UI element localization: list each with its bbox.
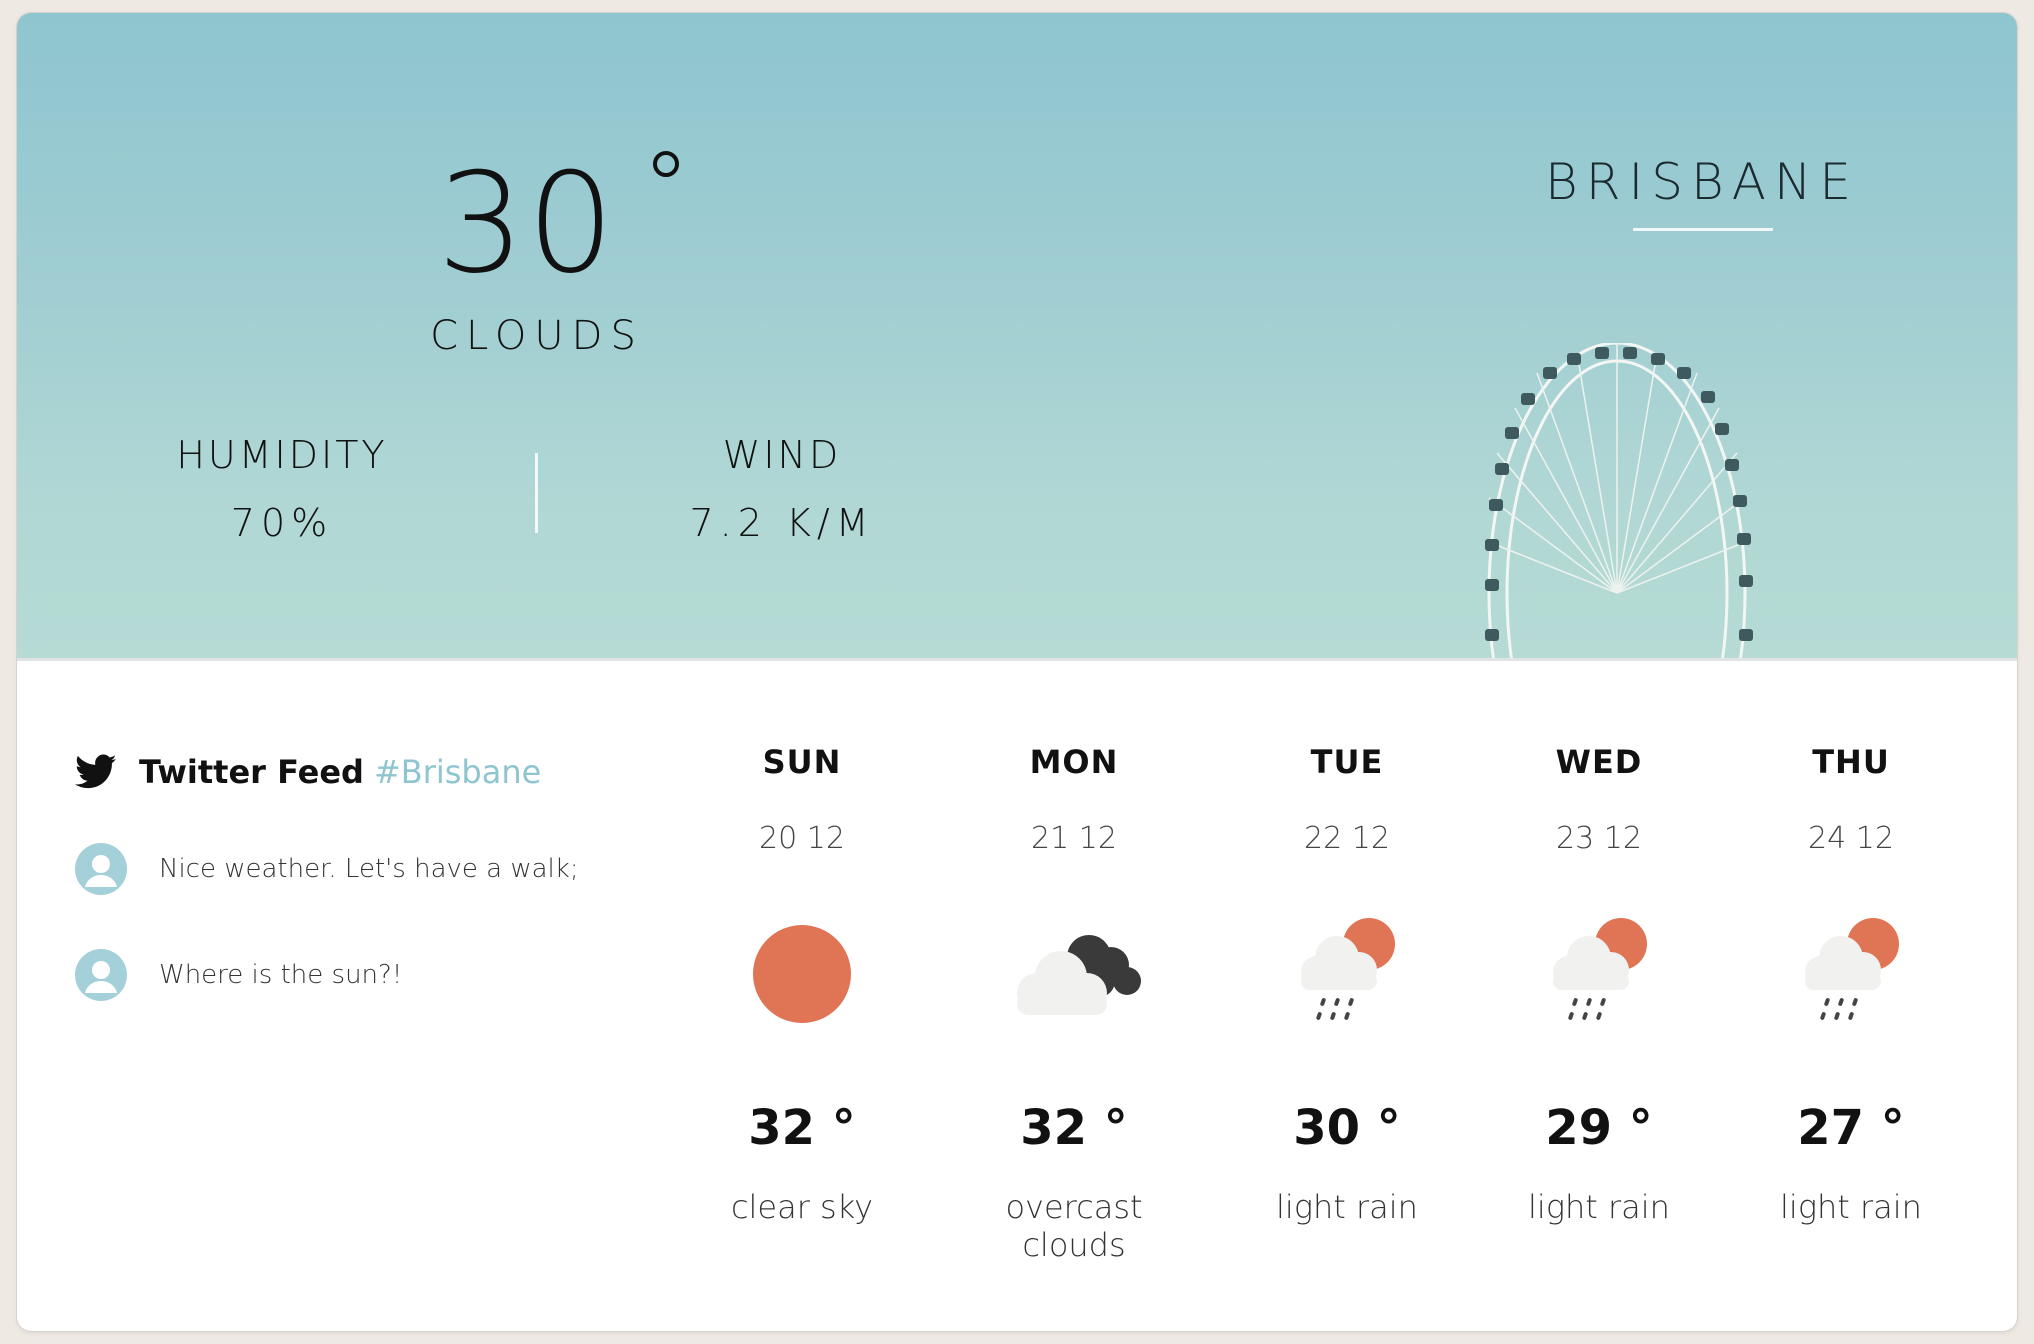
light-rain-icon: [1553, 918, 1647, 1020]
light-rain-icon: [1301, 918, 1395, 1020]
city-underline: [1633, 228, 1773, 231]
hero-divider: [17, 658, 2017, 661]
sun-icon: [753, 925, 851, 1023]
current-temperature: 30: [437, 143, 617, 304]
degree-icon: [653, 151, 679, 177]
forecast-description: overcast clouds: [1005, 1188, 1143, 1264]
forecast-temperature: 30 °: [1293, 1100, 1401, 1156]
forecast-date: 24 12: [1808, 821, 1894, 856]
forecast-day-name: THU: [1812, 743, 1890, 781]
avatar-icon: [75, 843, 127, 895]
wind-value: 7.2 K/M: [689, 501, 875, 545]
light-rain-icon: [1805, 918, 1899, 1020]
forecast-day-name: WED: [1555, 743, 1643, 781]
forecast-description: light rain: [1528, 1188, 1670, 1226]
forecast-day-wed: WED 23 12 29 ° light rain: [1479, 743, 1719, 1226]
tweet-item: Nice weather. Let's have a walk;: [75, 843, 579, 895]
current-condition: CLOUDS: [430, 313, 644, 359]
forecast-date: 22 12: [1304, 821, 1390, 856]
stat-divider: [535, 453, 538, 533]
hero-panel: 30 CLOUDS HUMIDITY 70% WIND 7.2 K/M BRIS…: [17, 13, 2017, 658]
forecast-date: 21 12: [1031, 821, 1117, 856]
weather-card: 30 CLOUDS HUMIDITY 70% WIND 7.2 K/M BRIS…: [17, 13, 2017, 1331]
twitter-feed-header: Twitter Feed #Brisbane: [75, 753, 541, 791]
twitter-bird-icon: [75, 754, 117, 789]
ferris-wheel-image: [1485, 343, 1753, 658]
forecast-temperature: 32 °: [748, 1100, 856, 1156]
humidity-value: 70%: [230, 501, 334, 545]
forecast-day-sun: SUN 20 12 32 ° clear sky: [682, 743, 922, 1226]
forecast-day-mon: MON 21 12 32 ° overcast clouds: [954, 743, 1194, 1264]
forecast-date: 23 12: [1556, 821, 1642, 856]
avatar-icon: [75, 949, 127, 1001]
overcast-clouds-icon: [1017, 935, 1141, 1015]
forecast-day-name: SUN: [762, 743, 842, 781]
forecast-day-thu: THU 24 12 27 ° light rain: [1731, 743, 1971, 1226]
forecast-temperature: 32 °: [1020, 1100, 1128, 1156]
humidity-stat: HUMIDITY 70%: [147, 433, 417, 545]
city-name: BRISBANE: [1545, 153, 1859, 211]
tweet-text: Where is the sun?!: [159, 960, 403, 990]
forecast-day-name: MON: [1029, 743, 1119, 781]
tweet-text: Nice weather. Let's have a walk;: [159, 854, 579, 884]
forecast-description: clear sky: [730, 1188, 874, 1226]
tweet-item: Where is the sun?!: [75, 949, 402, 1001]
forecast-temperature: 29 °: [1545, 1100, 1653, 1156]
forecast-date: 20 12: [759, 821, 845, 856]
forecast-description: light rain: [1780, 1188, 1922, 1226]
forecast-temperature: 27 °: [1797, 1100, 1905, 1156]
wind-label: WIND: [722, 433, 842, 477]
forecast-description: light rain: [1276, 1188, 1418, 1226]
humidity-label: HUMIDITY: [176, 433, 388, 477]
forecast-day-tue: TUE 22 12 30 ° light rain: [1227, 743, 1467, 1226]
forecast-day-name: TUE: [1310, 743, 1384, 781]
wind-stat: WIND 7.2 K/M: [647, 433, 917, 545]
twitter-feed-title: Twitter Feed: [139, 753, 364, 791]
twitter-hashtag[interactable]: #Brisbane: [374, 753, 541, 791]
